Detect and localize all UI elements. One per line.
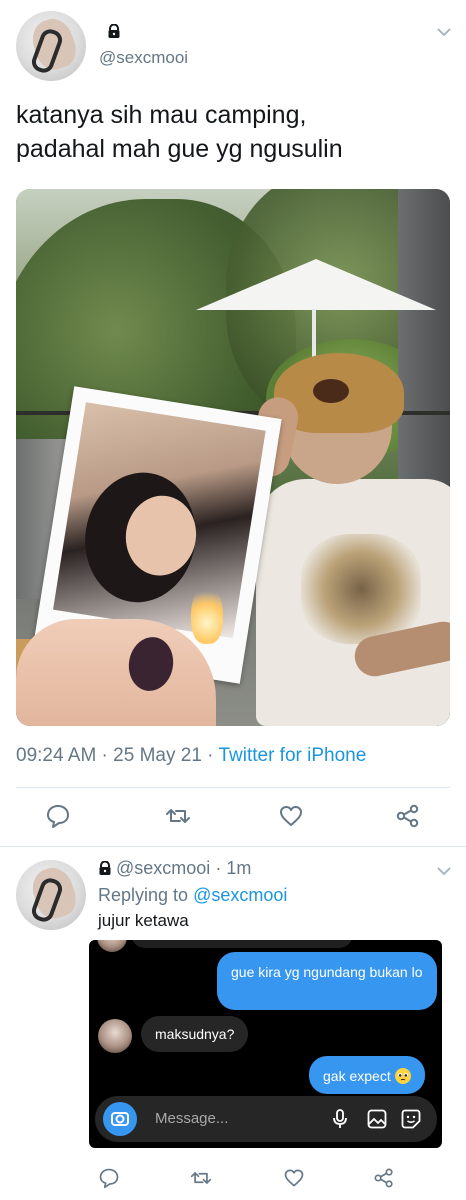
tweet-text-line: katanya sih mau camping, <box>16 101 307 129</box>
reply-text: jujur ketawa <box>98 911 189 930</box>
chat-screenshot[interactable]: gue kira yg ngundang bukan lo maksudnya?… <box>89 940 442 1148</box>
divider <box>16 787 450 788</box>
meta-separator: · <box>96 745 114 766</box>
chat-avatar <box>98 1019 132 1053</box>
tweet-source[interactable]: Twitter for iPhone <box>218 745 366 766</box>
author-avatar[interactable] <box>16 11 86 81</box>
chevron-down-icon[interactable] <box>436 866 452 876</box>
replying-to: Replying to @sexcmooi <box>98 885 287 906</box>
tweet-text-line: padahal mah gue yg ngusulin <box>16 135 343 163</box>
reply-handle[interactable]: @sexcmooi <box>116 858 210 878</box>
meta-separator: · <box>210 858 227 878</box>
reply-actions <box>0 1167 466 1197</box>
heart-icon[interactable] <box>278 803 304 829</box>
sticker-icon[interactable] <box>401 1109 421 1129</box>
divider <box>0 846 466 847</box>
tweet-meta: 09:24 AM · 25 May 21 · Twitter for iPhon… <box>16 745 366 767</box>
reply-header: @sexcmooi · 1m <box>98 858 251 879</box>
message-input[interactable]: Message... <box>155 1110 228 1127</box>
pleading-face-emoji-icon <box>394 1068 411 1084</box>
replying-to-handle[interactable]: @sexcmooi <box>193 885 287 905</box>
tweet-photo[interactable] <box>16 189 450 726</box>
lock-icon <box>108 24 120 38</box>
tweet-text: katanya sih mau camping, padahal mah gue… <box>16 98 446 166</box>
heart-icon[interactable] <box>283 1167 305 1189</box>
author-handle[interactable]: @sexcmooi <box>99 48 188 68</box>
chat-message-outgoing: gue kira yg ngundang bukan lo <box>217 952 437 1010</box>
reply-avatar[interactable] <box>16 860 86 930</box>
reply-icon[interactable] <box>98 1167 120 1189</box>
chat-message-text: gak expect <box>323 1068 391 1084</box>
replying-label: Replying to <box>98 885 189 905</box>
tweet-actions <box>0 803 466 833</box>
polaroid-picture <box>53 402 266 639</box>
meta-separator: · <box>201 745 219 766</box>
chat-avatar <box>97 940 127 952</box>
photo-donut <box>313 379 349 403</box>
share-icon[interactable] <box>373 1167 395 1189</box>
lock-icon <box>99 860 111 875</box>
photo-lighter-flame <box>191 584 223 644</box>
reply-time: 1m <box>226 858 252 878</box>
reply-icon[interactable] <box>45 803 71 829</box>
photo-shirt-print <box>301 534 421 644</box>
chevron-down-icon[interactable] <box>436 27 452 37</box>
tweet-time: 09:24 AM <box>16 745 97 766</box>
chat-message-outgoing: gak expect <box>309 1056 425 1094</box>
share-icon[interactable] <box>395 803 421 829</box>
message-composer[interactable]: Message... <box>95 1096 437 1142</box>
image-icon[interactable] <box>367 1109 387 1129</box>
microphone-icon[interactable] <box>331 1109 349 1129</box>
tweet-date: 25 May 21 <box>113 745 202 766</box>
chat-bubble-partial <box>131 940 353 948</box>
retweet-icon[interactable] <box>165 803 191 829</box>
camera-icon[interactable] <box>103 1102 137 1136</box>
retweet-icon[interactable] <box>190 1167 212 1189</box>
chat-message-incoming: maksudnya? <box>141 1016 249 1052</box>
